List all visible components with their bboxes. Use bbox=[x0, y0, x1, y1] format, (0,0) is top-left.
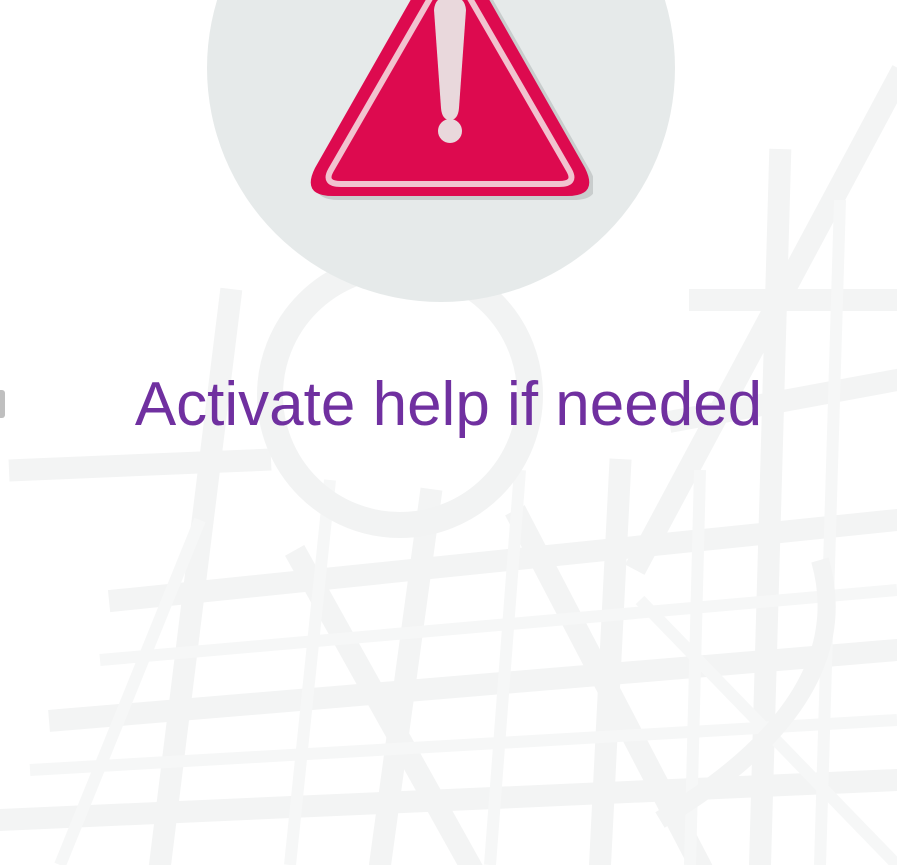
warning-triangle-icon bbox=[310, 0, 593, 200]
slide: Activate help if needed bbox=[0, 0, 897, 865]
help-message: Activate help if needed bbox=[134, 370, 763, 439]
